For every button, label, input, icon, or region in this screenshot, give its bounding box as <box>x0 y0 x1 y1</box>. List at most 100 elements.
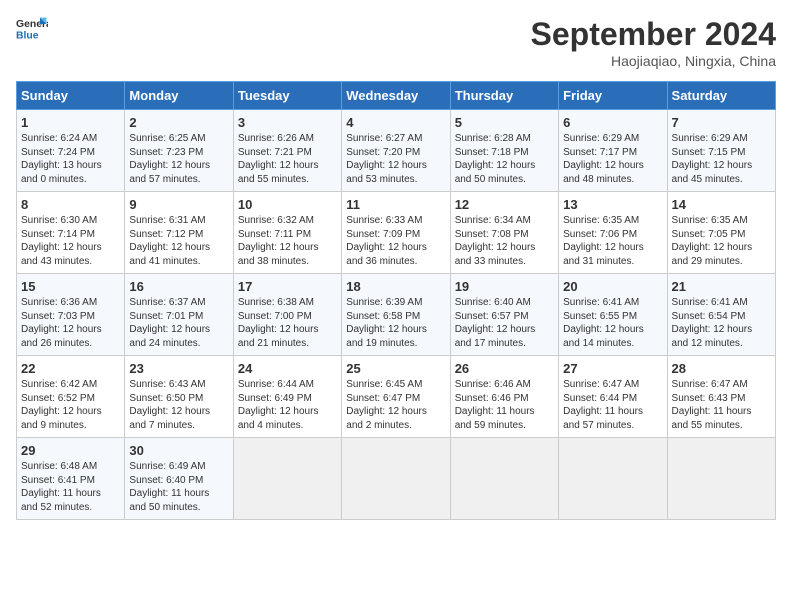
calendar-row: 8 Sunrise: 6:30 AM Sunset: 7:14 PM Daylig… <box>17 192 776 274</box>
day-number: 18 <box>346 279 445 294</box>
col-monday: Monday <box>125 82 233 110</box>
day-number: 22 <box>21 361 120 376</box>
page-header: General Blue September 2024 Haojiaqiao, … <box>16 16 776 69</box>
month-title: September 2024 <box>531 16 776 53</box>
day-number: 9 <box>129 197 228 212</box>
calendar-row: 15 Sunrise: 6:36 AM Sunset: 7:03 PM Dayli… <box>17 274 776 356</box>
logo: General Blue <box>16 16 48 44</box>
table-row: 14 Sunrise: 6:35 AM Sunset: 7:05 PM Dayli… <box>667 192 775 274</box>
day-info: Sunrise: 6:31 AM Sunset: 7:12 PM Dayligh… <box>129 214 228 268</box>
day-number: 7 <box>672 115 771 130</box>
day-info: Sunrise: 6:42 AM Sunset: 6:52 PM Dayligh… <box>21 378 120 432</box>
day-number: 25 <box>346 361 445 376</box>
table-row: 27 Sunrise: 6:47 AM Sunset: 6:44 PM Dayli… <box>559 356 667 438</box>
day-info: Sunrise: 6:27 AM Sunset: 7:20 PM Dayligh… <box>346 132 445 186</box>
table-row: 7 Sunrise: 6:29 AM Sunset: 7:15 PM Daylig… <box>667 110 775 192</box>
table-row: 18 Sunrise: 6:39 AM Sunset: 6:58 PM Dayli… <box>342 274 450 356</box>
day-number: 23 <box>129 361 228 376</box>
table-row: 6 Sunrise: 6:29 AM Sunset: 7:17 PM Daylig… <box>559 110 667 192</box>
table-row: 10 Sunrise: 6:32 AM Sunset: 7:11 PM Dayli… <box>233 192 341 274</box>
day-number: 28 <box>672 361 771 376</box>
day-info: Sunrise: 6:37 AM Sunset: 7:01 PM Dayligh… <box>129 296 228 350</box>
day-number: 11 <box>346 197 445 212</box>
table-row: 19Sunrise: 6:40 AM Sunset: 6:57 PM Dayli… <box>450 274 558 356</box>
title-block: September 2024 Haojiaqiao, Ningxia, Chin… <box>531 16 776 69</box>
day-number: 5 <box>455 115 554 130</box>
table-row: 4 Sunrise: 6:27 AM Sunset: 7:20 PM Daylig… <box>342 110 450 192</box>
day-number: 4 <box>346 115 445 130</box>
day-number: 19 <box>455 279 554 294</box>
calendar-row: 22 Sunrise: 6:42 AM Sunset: 6:52 PM Dayli… <box>17 356 776 438</box>
day-number: 2 <box>129 115 228 130</box>
col-sunday: Sunday <box>17 82 125 110</box>
day-number: 29 <box>21 443 120 458</box>
day-info: Sunrise: 6:32 AM Sunset: 7:11 PM Dayligh… <box>238 214 337 268</box>
table-row: 3 Sunrise: 6:26 AM Sunset: 7:21 PM Daylig… <box>233 110 341 192</box>
table-row: 26Sunrise: 6:46 AM Sunset: 6:46 PM Dayli… <box>450 356 558 438</box>
day-number: 20 <box>563 279 662 294</box>
day-number: 6 <box>563 115 662 130</box>
table-row: 24 Sunrise: 6:44 AM Sunset: 6:49 PM Dayli… <box>233 356 341 438</box>
day-info: Sunrise: 6:47 AM Sunset: 6:44 PM Dayligh… <box>563 378 662 432</box>
location-subtitle: Haojiaqiao, Ningxia, China <box>531 53 776 69</box>
day-number: 21 <box>672 279 771 294</box>
day-info: Sunrise: 6:39 AM Sunset: 6:58 PM Dayligh… <box>346 296 445 350</box>
day-info: Sunrise: 6:44 AM Sunset: 6:49 PM Dayligh… <box>238 378 337 432</box>
col-saturday: Saturday <box>667 82 775 110</box>
col-tuesday: Tuesday <box>233 82 341 110</box>
day-info: Sunrise: 6:45 AM Sunset: 6:47 PM Dayligh… <box>346 378 445 432</box>
calendar-row: 29Sunrise: 6:48 AM Sunset: 6:41 PM Dayli… <box>17 438 776 520</box>
day-info: Sunrise: 6:28 AM Sunset: 7:18 PM Dayligh… <box>455 132 554 186</box>
table-row: 29Sunrise: 6:48 AM Sunset: 6:41 PM Dayli… <box>17 438 125 520</box>
day-info: Sunrise: 6:36 AM Sunset: 7:03 PM Dayligh… <box>21 296 120 350</box>
day-info: Sunrise: 6:33 AM Sunset: 7:09 PM Dayligh… <box>346 214 445 268</box>
day-number: 12 <box>455 197 554 212</box>
day-info: Sunrise: 6:24 AM Sunset: 7:24 PM Dayligh… <box>21 132 120 186</box>
table-row <box>342 438 450 520</box>
day-number: 14 <box>672 197 771 212</box>
col-wednesday: Wednesday <box>342 82 450 110</box>
day-number: 26 <box>455 361 554 376</box>
table-row: 17 Sunrise: 6:38 AM Sunset: 7:00 PM Dayli… <box>233 274 341 356</box>
table-row: 23Sunrise: 6:43 AM Sunset: 6:50 PM Dayli… <box>125 356 233 438</box>
day-info: Sunrise: 6:47 AM Sunset: 6:43 PM Dayligh… <box>672 378 771 432</box>
table-row: 13Sunrise: 6:35 AM Sunset: 7:06 PM Dayli… <box>559 192 667 274</box>
day-number: 27 <box>563 361 662 376</box>
day-number: 30 <box>129 443 228 458</box>
day-number: 3 <box>238 115 337 130</box>
calendar-table: Sunday Monday Tuesday Wednesday Thursday… <box>16 81 776 520</box>
table-row <box>450 438 558 520</box>
day-number: 16 <box>129 279 228 294</box>
table-row: 2 Sunrise: 6:25 AM Sunset: 7:23 PM Daylig… <box>125 110 233 192</box>
day-info: Sunrise: 6:41 AM Sunset: 6:55 PM Dayligh… <box>563 296 662 350</box>
day-number: 17 <box>238 279 337 294</box>
table-row: 9 Sunrise: 6:31 AM Sunset: 7:12 PM Daylig… <box>125 192 233 274</box>
table-row: 28 Sunrise: 6:47 AM Sunset: 6:43 PM Dayli… <box>667 356 775 438</box>
col-friday: Friday <box>559 82 667 110</box>
day-info: Sunrise: 6:26 AM Sunset: 7:21 PM Dayligh… <box>238 132 337 186</box>
day-info: Sunrise: 6:25 AM Sunset: 7:23 PM Dayligh… <box>129 132 228 186</box>
table-row: 5 Sunrise: 6:28 AM Sunset: 7:18 PM Daylig… <box>450 110 558 192</box>
day-info: Sunrise: 6:49 AM Sunset: 6:40 PM Dayligh… <box>129 460 228 514</box>
day-info: Sunrise: 6:38 AM Sunset: 7:00 PM Dayligh… <box>238 296 337 350</box>
table-row: 15 Sunrise: 6:36 AM Sunset: 7:03 PM Dayli… <box>17 274 125 356</box>
calendar-row: 1 Sunrise: 6:24 AM Sunset: 7:24 PM Daylig… <box>17 110 776 192</box>
day-info: Sunrise: 6:29 AM Sunset: 7:15 PM Dayligh… <box>672 132 771 186</box>
table-row: 11 Sunrise: 6:33 AM Sunset: 7:09 PM Dayli… <box>342 192 450 274</box>
day-info: Sunrise: 6:29 AM Sunset: 7:17 PM Dayligh… <box>563 132 662 186</box>
table-row: 16 Sunrise: 6:37 AM Sunset: 7:01 PM Dayli… <box>125 274 233 356</box>
col-thursday: Thursday <box>450 82 558 110</box>
table-row: 21Sunrise: 6:41 AM Sunset: 6:54 PM Dayli… <box>667 274 775 356</box>
table-row: 22 Sunrise: 6:42 AM Sunset: 6:52 PM Dayli… <box>17 356 125 438</box>
day-number: 8 <box>21 197 120 212</box>
day-info: Sunrise: 6:30 AM Sunset: 7:14 PM Dayligh… <box>21 214 120 268</box>
day-info: Sunrise: 6:35 AM Sunset: 7:05 PM Dayligh… <box>672 214 771 268</box>
calendar-header-row: Sunday Monday Tuesday Wednesday Thursday… <box>17 82 776 110</box>
day-number: 1 <box>21 115 120 130</box>
day-number: 10 <box>238 197 337 212</box>
table-row <box>667 438 775 520</box>
day-number: 15 <box>21 279 120 294</box>
day-number: 24 <box>238 361 337 376</box>
table-row <box>559 438 667 520</box>
table-row: 8 Sunrise: 6:30 AM Sunset: 7:14 PM Daylig… <box>17 192 125 274</box>
